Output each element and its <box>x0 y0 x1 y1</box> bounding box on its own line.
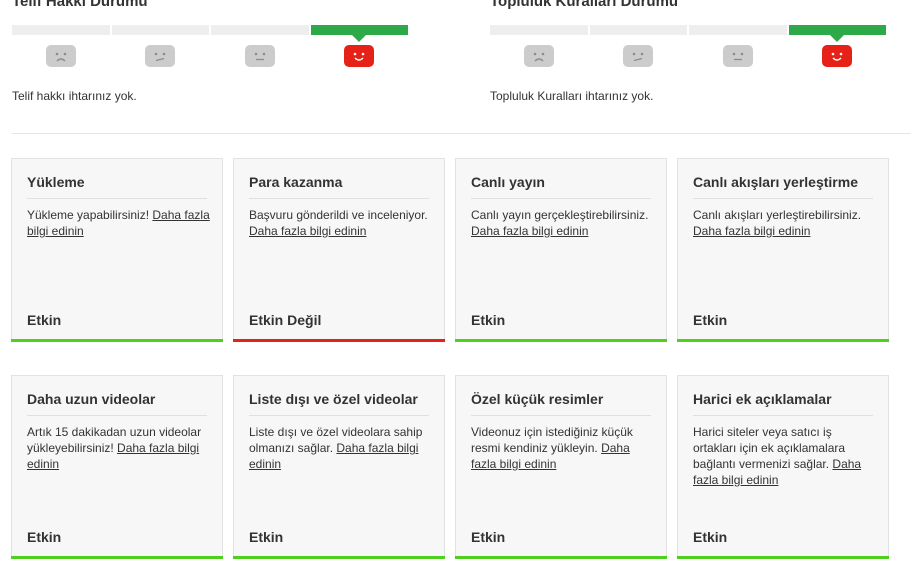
feature-card-custom-thumbnails: Özel küçük resimler Videonuz için istedi… <box>455 375 667 559</box>
community-status-title: Topluluk Kuralları Durumu <box>490 0 679 10</box>
sad-face-icon <box>523 45 554 67</box>
feature-card-monetization: Para kazanma Başvuru gönderildi ve incel… <box>233 158 445 342</box>
feature-card-status: Etkin <box>471 529 506 545</box>
community-status-message: Topluluk Kuralları ihtarınız yok. <box>490 89 654 103</box>
feature-card-title: Yükleme <box>27 174 85 190</box>
meter-segment-active <box>310 25 408 35</box>
feature-card-unlisted-private: Liste dışı ve özel videolar Liste dışı v… <box>233 375 445 559</box>
copyright-status-message: Telif hakkı ihtarınız yok. <box>12 89 137 103</box>
current-level-pointer-icon <box>830 35 845 42</box>
current-level-pointer-icon <box>352 35 367 42</box>
card-divider <box>27 198 207 199</box>
copyright-status-title: Telif Hakkı Durumu <box>12 0 148 10</box>
feature-card-description: Yükleme yapabilirsiniz! Daha fazla bilgi… <box>27 208 210 238</box>
meter-segment <box>12 25 110 35</box>
card-divider <box>471 415 651 416</box>
feature-card-title: Daha uzun videolar <box>27 391 156 407</box>
status-bar-enabled <box>11 339 223 342</box>
feature-card-title: Para kazanma <box>249 174 343 190</box>
feature-card-description: Harici siteler veya satıcı iş ortakları … <box>693 425 862 487</box>
feature-card-description: Canlı akışları yerleştirebilirsiniz. Dah… <box>693 208 862 238</box>
meter-segment <box>211 25 309 35</box>
sad-face-icon <box>45 45 76 67</box>
feature-card-title: Harici ek açıklamalar <box>693 391 832 407</box>
status-bar-enabled <box>233 556 445 559</box>
section-divider <box>12 133 911 134</box>
community-status-faces <box>490 35 886 76</box>
uneasy-face-icon <box>145 45 176 67</box>
feature-card-status: Etkin <box>471 312 506 328</box>
status-bar-enabled <box>677 339 889 342</box>
feature-card-status: Etkin <box>693 312 728 328</box>
meter-segment-active <box>788 25 886 35</box>
happy-face-icon <box>822 45 853 67</box>
learn-more-link[interactable]: Daha fazla bilgi edinin <box>249 224 366 238</box>
feature-card-external-annotations: Harici ek açıklamalar Harici siteler vey… <box>677 375 889 559</box>
learn-more-link[interactable]: Daha fazla bilgi edinin <box>693 224 810 238</box>
feature-card-status: Etkin <box>693 529 728 545</box>
card-divider <box>249 198 429 199</box>
meter-segment <box>490 25 588 35</box>
feature-card-status: Etkin <box>27 529 62 545</box>
copyright-status-meter <box>12 25 408 35</box>
feature-card-description: Videonuz için istediğiniz küçük resmi ke… <box>471 425 633 471</box>
card-divider <box>693 198 873 199</box>
status-bar-enabled <box>677 556 889 559</box>
learn-more-link[interactable]: Daha fazla bilgi edinin <box>471 224 588 238</box>
community-status-meter <box>490 25 886 35</box>
copyright-status-faces <box>12 35 408 76</box>
feature-card-longer-videos: Daha uzun videolar Artık 15 dakikadan uz… <box>11 375 223 559</box>
feature-card-description: Liste dışı ve özel videolara sahip olman… <box>249 425 423 471</box>
uneasy-face-icon <box>623 45 654 67</box>
feature-card-title: Canlı yayın <box>471 174 545 190</box>
feature-card-description: Artık 15 dakikadan uzun videolar yükleye… <box>27 425 202 471</box>
neutral-face-icon <box>244 45 275 67</box>
card-divider <box>249 415 429 416</box>
feature-card-description: Başvuru gönderildi ve inceleniyor. Daha … <box>249 208 428 238</box>
status-bar-enabled <box>11 556 223 559</box>
card-divider <box>693 415 873 416</box>
feature-card-title: Canlı akışları yerleştirme <box>693 174 858 190</box>
status-bar-enabled <box>455 556 667 559</box>
card-divider <box>471 198 651 199</box>
feature-card-title: Liste dışı ve özel videolar <box>249 391 418 407</box>
status-bar-disabled <box>233 339 445 342</box>
feature-card-status: Etkin <box>27 312 62 328</box>
meter-segment <box>689 25 787 35</box>
feature-card-upload: Yükleme Yükleme yapabilirsiniz! Daha faz… <box>11 158 223 342</box>
feature-card-description: Canlı yayın gerçekleştirebilirsiniz. Dah… <box>471 208 649 238</box>
neutral-face-icon <box>722 45 753 67</box>
status-bar-enabled <box>455 339 667 342</box>
feature-card-title: Özel küçük resimler <box>471 391 604 407</box>
meter-segment <box>589 25 687 35</box>
happy-face-icon <box>344 45 375 67</box>
feature-card-status: Etkin <box>249 529 284 545</box>
feature-card-status: Etkin Değil <box>249 312 322 328</box>
feature-card-live-streaming: Canlı yayın Canlı yayın gerçekleştirebil… <box>455 158 667 342</box>
feature-card-embed-live: Canlı akışları yerleştirme Canlı akışlar… <box>677 158 889 342</box>
meter-segment <box>111 25 209 35</box>
card-divider <box>27 415 207 416</box>
